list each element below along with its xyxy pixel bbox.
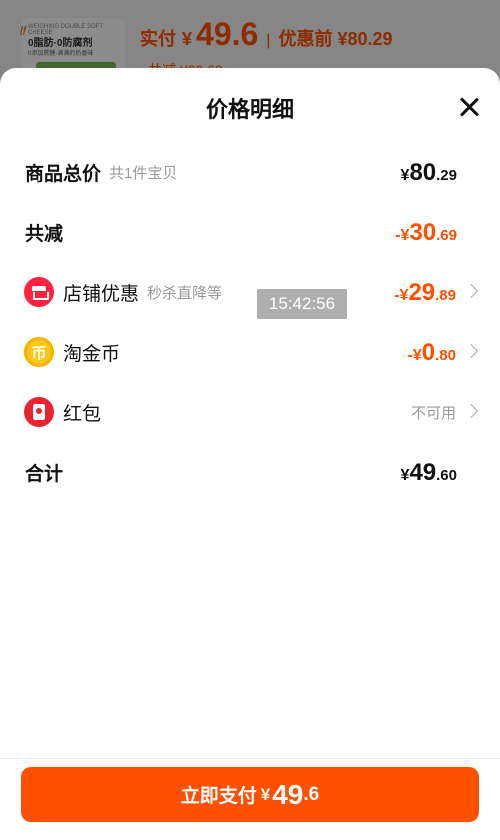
chevron-right-icon[interactable] (463, 343, 479, 359)
row-label: 商品总价 共1件宝贝 (25, 142, 177, 202)
amount-integer: 29 (408, 279, 436, 306)
grand-total-amount: ¥ 49 .60 (401, 442, 457, 502)
timestamp-overlay: 15:42:56 (257, 289, 347, 319)
pay-amount-integer: 49 (272, 778, 304, 810)
shop-discount-label: 店铺优惠 (63, 283, 140, 305)
row-total-discount: 共减 -¥ 30 .69 (0, 202, 500, 262)
goods-total-amount: ¥ 80 .29 (401, 142, 457, 202)
goods-count-note: 共1件宝贝 (109, 164, 178, 182)
row-label: 淘金币 (63, 322, 120, 382)
row-grand-total: 合计 ¥ 49 .60 (0, 442, 500, 502)
sheet-title: 价格明细 (205, 97, 294, 122)
pay-amount-decimal: .6 (303, 783, 320, 805)
chevron-right-icon[interactable] (463, 283, 479, 299)
currency-symbol: ¥ (400, 467, 410, 484)
pay-now-button[interactable]: 立即支付 ¥ 49 .6 (21, 767, 479, 822)
pay-button-label: 立即支付 (180, 786, 257, 807)
row-label: 红包 (63, 382, 101, 442)
coin-icon: 币 (24, 337, 54, 367)
coin-label: 淘金币 (63, 343, 121, 365)
total-discount-amount: -¥ 30 .69 (395, 202, 457, 262)
coin-discount-amount: -¥ 0 .80 (408, 322, 456, 382)
red-packet-status: 不可用 (410, 404, 456, 422)
shop-icon (24, 277, 54, 307)
row-shop-discount[interactable]: 店铺优惠 秒杀直降等 -¥ 29 .89 (0, 262, 500, 322)
row-red-packet[interactable]: 红包 不可用 (0, 382, 500, 442)
goods-total-label: 商品总价 (25, 163, 102, 185)
price-detail-sheet: 价格明细 商品总价 共1件宝贝 ¥ 80 .29 共减 -¥ 30 .69 店铺… (0, 68, 500, 840)
chevron-right-icon[interactable] (463, 403, 479, 419)
amount-integer: 30 (409, 219, 437, 246)
close-icon[interactable] (458, 96, 480, 118)
currency-symbol: -¥ (395, 227, 410, 244)
grand-total-label: 合计 (25, 463, 64, 485)
amount-integer: 80 (409, 159, 437, 186)
red-packet-label: 红包 (63, 403, 102, 425)
total-discount-label: 共减 (25, 223, 64, 245)
row-label: 店铺优惠 秒杀直降等 (63, 262, 222, 322)
footer-divider (0, 758, 500, 759)
row-goods-total: 商品总价 共1件宝贝 ¥ 80 .29 (0, 142, 500, 202)
row-label: 合计 (25, 442, 63, 502)
red-packet-icon (24, 397, 54, 427)
amount-decimal: .29 (436, 167, 457, 184)
amount-integer: 49 (409, 459, 437, 486)
currency-symbol: -¥ (407, 347, 422, 364)
amount-decimal: .60 (436, 467, 457, 484)
shop-discount-amount: -¥ 29 .89 (394, 262, 456, 322)
amount-decimal: .69 (436, 227, 457, 244)
amount-integer: 0 (421, 339, 436, 366)
shop-discount-note: 秒杀直降等 (147, 284, 223, 302)
amount-decimal: .80 (435, 347, 456, 364)
row-coin-discount[interactable]: 币 淘金币 -¥ 0 .80 (0, 322, 500, 382)
pay-currency-symbol: ¥ (260, 784, 271, 804)
currency-symbol: -¥ (394, 287, 409, 304)
currency-symbol: ¥ (400, 167, 410, 184)
amount-decimal: .89 (435, 287, 456, 304)
row-label: 共减 (25, 202, 63, 262)
coin-glyph: 币 (31, 345, 47, 362)
